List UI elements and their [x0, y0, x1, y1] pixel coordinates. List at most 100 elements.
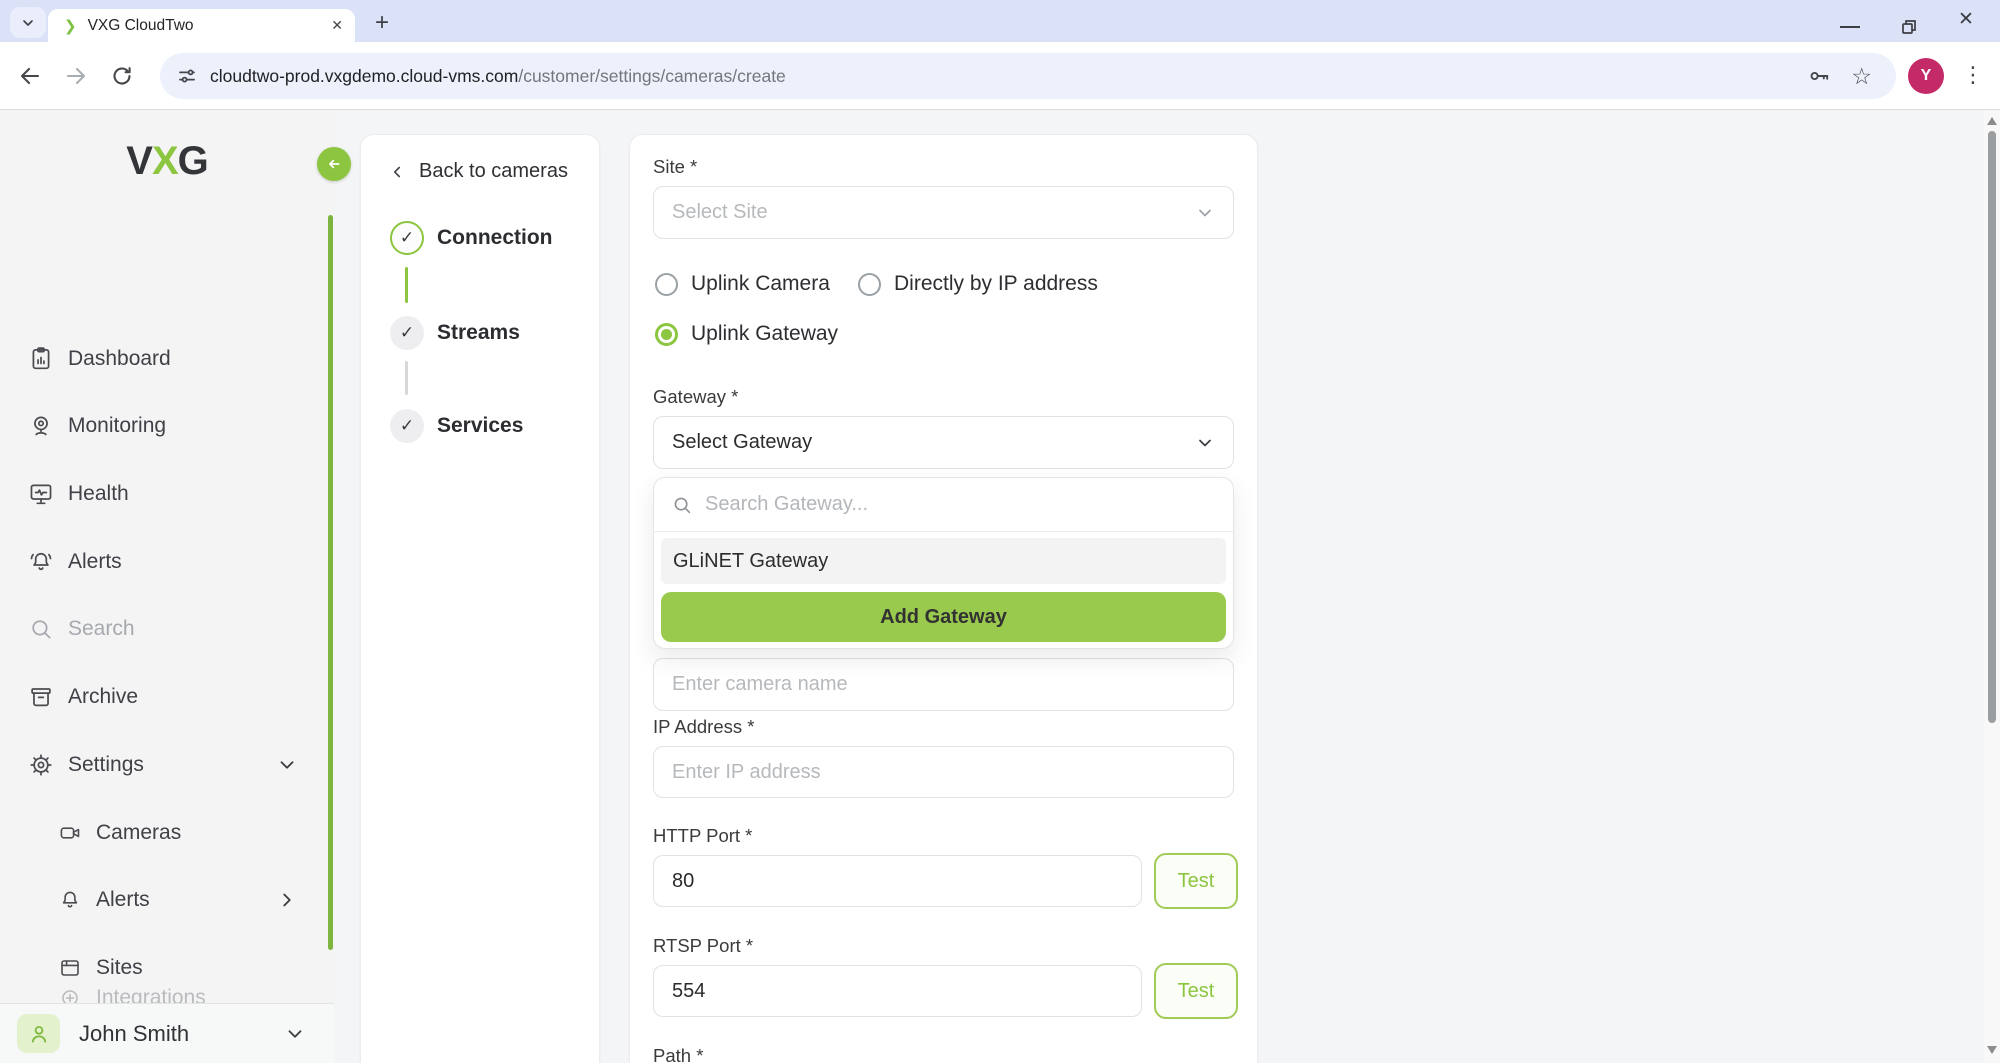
sidebar-item-alerts[interactable]: Alerts	[0, 534, 334, 590]
check-icon: ✓	[400, 416, 414, 436]
archive-box-icon	[28, 684, 54, 710]
health-monitor-icon	[28, 481, 54, 507]
sidebar-item-label: Health	[68, 482, 129, 506]
radio-circle[interactable]	[655, 273, 678, 296]
sidebar-item-health[interactable]: Health	[0, 466, 334, 522]
step-connector	[405, 267, 408, 303]
browser-tab[interactable]: ❯ VXG CloudTwo ✕	[48, 9, 355, 42]
vxg-logo: VXG	[100, 139, 234, 184]
minimize-window-button[interactable]	[1840, 26, 1860, 28]
scrollbar-down-arrow[interactable]	[1987, 1046, 1997, 1054]
user-name: John Smith	[79, 1021, 284, 1047]
sidebar-item-monitoring[interactable]: Monitoring	[0, 398, 334, 454]
chevron-right-icon	[276, 889, 298, 911]
close-window-button[interactable]: ✕	[1958, 8, 1974, 31]
site-select[interactable]: Select Site	[653, 186, 1234, 239]
step-connector	[405, 361, 408, 395]
sidebar-item-label: Archive	[68, 685, 138, 709]
restore-window-button[interactable]	[1900, 18, 1918, 36]
back-icon[interactable]	[18, 64, 42, 88]
sidebar-item-label: Search	[68, 617, 135, 641]
radio-directly-by-ip[interactable]: Directly by IP address	[858, 272, 1098, 296]
scrollbar-thumb[interactable]	[1988, 131, 1996, 723]
sidebar-item-label: Alerts	[96, 888, 150, 912]
bookmark-star-icon[interactable]: ☆	[1851, 65, 1872, 88]
forward-icon[interactable]	[64, 64, 88, 88]
scrollbar-up-arrow[interactable]	[1987, 117, 1997, 125]
logo-letter-x: X	[152, 139, 178, 183]
url-host: cloudtwo-prod.vxgdemo.cloud-vms.com	[210, 66, 518, 86]
search-icon	[28, 616, 54, 642]
vxg-favicon-icon: ❯	[64, 17, 77, 35]
url-text[interactable]: cloudtwo-prod.vxgdemo.cloud-vms.com/cust…	[210, 66, 786, 87]
url-path: /customer/settings/cameras/create	[518, 66, 785, 86]
user-avatar	[17, 1014, 60, 1053]
sidebar-item-search[interactable]: Search	[0, 601, 334, 657]
radio-label: Uplink Camera	[691, 272, 830, 296]
gateway-select[interactable]: Select Gateway	[653, 416, 1234, 469]
password-key-icon[interactable]	[1807, 64, 1831, 88]
sidebar-item-label: Cameras	[96, 821, 181, 845]
tab-search-button[interactable]	[10, 7, 46, 38]
radio-uplink-gateway[interactable]: Uplink Gateway	[655, 322, 838, 346]
step-connection-indicator[interactable]: ✓	[390, 221, 424, 255]
monitoring-camera-icon	[28, 413, 54, 439]
back-label: Back to cameras	[419, 160, 568, 183]
user-menu[interactable]: John Smith	[0, 1003, 334, 1063]
search-icon	[671, 494, 693, 516]
path-label: Path *	[653, 1045, 703, 1063]
step-services-indicator[interactable]: ✓	[390, 409, 424, 443]
step-connection-label[interactable]: Connection	[437, 226, 553, 250]
tab-title: VXG CloudTwo	[88, 17, 332, 35]
chevron-down-icon	[284, 1023, 306, 1045]
close-tab-icon[interactable]: ✕	[331, 17, 343, 34]
camera-name-input[interactable]	[653, 658, 1234, 711]
sidebar-item-cameras[interactable]: Cameras	[0, 805, 334, 861]
step-services-label[interactable]: Services	[437, 414, 523, 438]
bell-icon	[58, 888, 82, 912]
gateway-search-input[interactable]	[705, 493, 1219, 516]
sidebar-item-archive[interactable]: Archive	[0, 669, 334, 725]
ip-address-input[interactable]	[653, 746, 1234, 798]
step-streams-label[interactable]: Streams	[437, 321, 520, 345]
site-select-placeholder: Select Site	[672, 201, 1195, 224]
new-tab-button[interactable]: +	[367, 8, 397, 38]
sidebar-item-label: Monitoring	[68, 414, 166, 438]
address-bar[interactable]: cloudtwo-prod.vxgdemo.cloud-vms.com/cust…	[160, 53, 1896, 99]
step-streams-indicator[interactable]: ✓	[390, 316, 424, 350]
browser-menu-icon[interactable]: ⋮	[1962, 62, 1982, 88]
http-port-test-button[interactable]: Test	[1154, 853, 1238, 909]
gateway-select-value: Select Gateway	[672, 431, 1195, 454]
stepper-panel	[360, 134, 600, 1063]
screen: ❯ VXG CloudTwo ✕ + ✕ cloudtwo-prod.vxgde…	[0, 0, 2000, 1063]
rtsp-port-test-button[interactable]: Test	[1154, 963, 1238, 1019]
gateway-option-glinet[interactable]: GLiNET Gateway	[661, 538, 1226, 584]
ip-address-label: IP Address *	[653, 716, 754, 738]
bell-ringing-icon	[28, 549, 54, 575]
back-to-cameras-link[interactable]: Back to cameras	[388, 160, 568, 183]
video-camera-icon	[58, 821, 82, 845]
sidebar-item-alerts-settings[interactable]: Alerts	[0, 872, 334, 928]
reload-icon[interactable]	[110, 64, 134, 88]
sidebar-item-label: Dashboard	[68, 347, 171, 371]
http-port-input[interactable]	[653, 855, 1142, 907]
site-settings-icon[interactable]	[177, 66, 197, 86]
http-port-label: HTTP Port *	[653, 825, 752, 847]
gateway-search-row[interactable]	[654, 478, 1233, 532]
logo-letter-g: G	[178, 139, 208, 183]
sidebar-item-dashboard[interactable]: Dashboard	[0, 331, 334, 387]
radio-circle-selected[interactable]	[655, 323, 678, 346]
browser-profile-avatar[interactable]: Y	[1908, 58, 1944, 94]
gateway-label: Gateway *	[653, 386, 738, 408]
chevron-down-icon	[276, 754, 298, 776]
rtsp-port-input[interactable]	[653, 965, 1142, 1017]
sidebar-item-label: Alerts	[68, 550, 122, 574]
chevron-down-icon	[20, 15, 36, 31]
sidebar-collapse-button[interactable]	[317, 147, 351, 181]
add-gateway-button[interactable]: Add Gateway	[661, 592, 1226, 642]
radio-circle[interactable]	[858, 273, 881, 296]
chevron-down-icon	[1195, 433, 1215, 453]
radio-label: Directly by IP address	[894, 272, 1098, 296]
radio-uplink-camera[interactable]: Uplink Camera	[655, 272, 830, 296]
sidebar-item-settings[interactable]: Settings	[0, 737, 334, 793]
